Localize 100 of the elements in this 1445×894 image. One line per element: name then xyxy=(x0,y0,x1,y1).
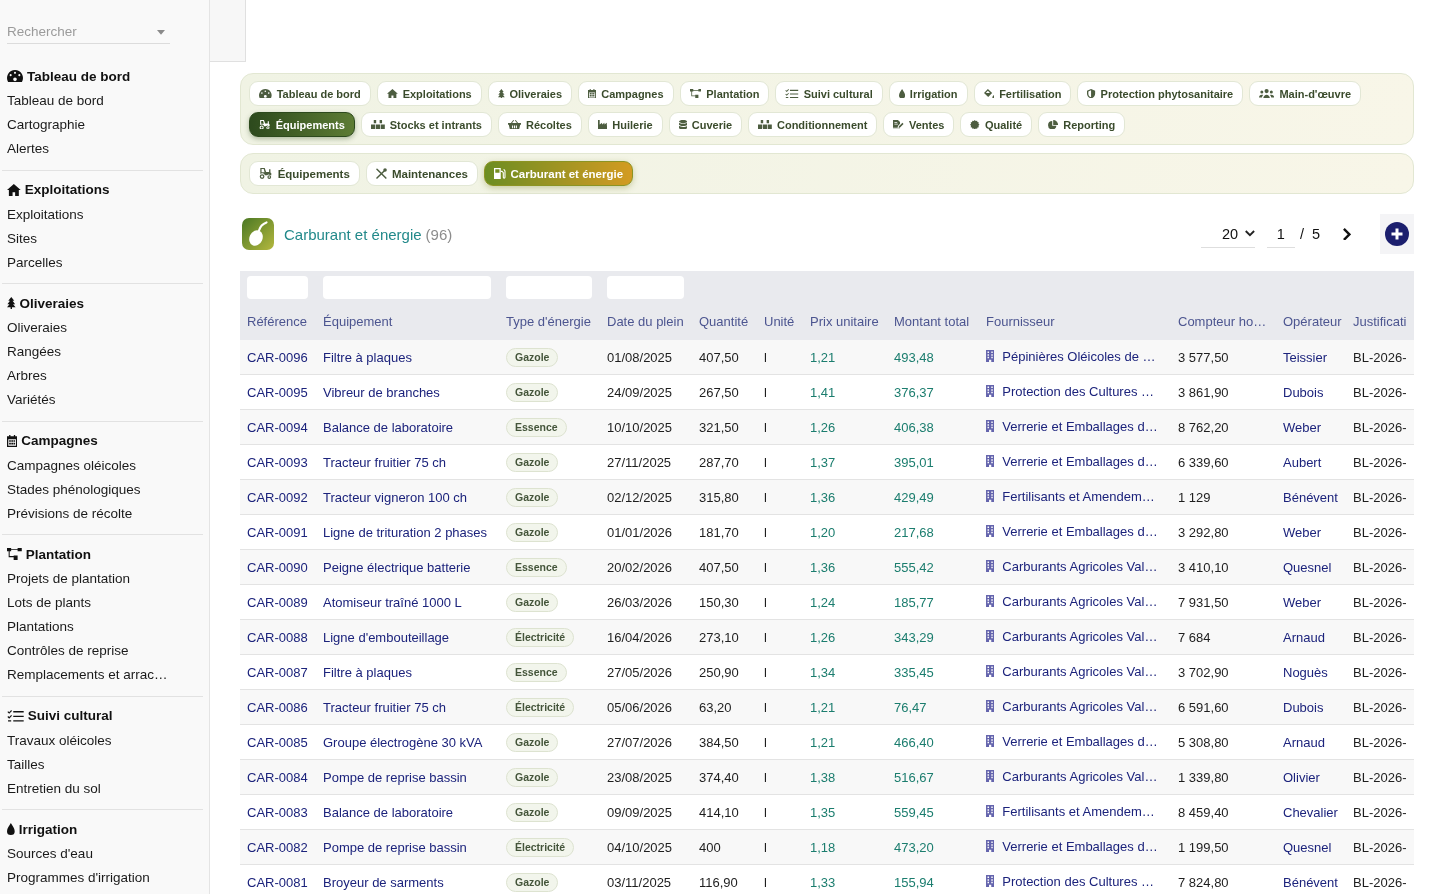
type-badge: Gazole xyxy=(506,802,559,822)
module-tab[interactable]: Exploitations xyxy=(376,81,482,106)
module-tab[interactable]: Oliveraies xyxy=(487,81,573,106)
module-tab[interactable]: Qualité xyxy=(960,112,1033,137)
supplier-link[interactable]: Carburants Agricoles Val… xyxy=(1002,663,1158,679)
module-tab[interactable]: Conditionnement xyxy=(748,112,878,137)
search-field[interactable]: Rechercher xyxy=(7,20,170,44)
module-tab[interactable]: Fertilisation xyxy=(973,81,1072,106)
supplier-link[interactable]: Fertilisants et Amendem… xyxy=(1002,803,1155,819)
add-button[interactable] xyxy=(1380,214,1414,254)
module-tab[interactable]: Protection phytosanitaire xyxy=(1077,81,1244,106)
module-tab[interactable]: Huilerie xyxy=(587,112,663,137)
section-tab[interactable]: Maintenances xyxy=(365,161,478,186)
table-link[interactable]: CAR-0081 xyxy=(247,874,308,890)
table-link[interactable]: Vibreur de branches xyxy=(323,384,440,400)
section-title: Exploitations xyxy=(24,182,110,197)
sidebar-item[interactable]: Entretien du sol xyxy=(7,776,101,801)
column-header[interactable]: Référence xyxy=(240,303,316,340)
column-header[interactable]: Équipement xyxy=(316,303,499,340)
sidebar-item[interactable]: Arbres xyxy=(7,364,47,388)
pine-tree-icon xyxy=(497,88,505,99)
column-header[interactable]: Quantité xyxy=(692,303,757,340)
sidebar-item[interactable]: Travaux oléicoles xyxy=(7,728,112,753)
sidebar-item[interactable]: Plantations xyxy=(7,615,74,639)
module-tab[interactable]: Tableau de bord xyxy=(249,81,371,106)
sidebar-item[interactable]: Sources d'eau xyxy=(7,842,93,866)
table-link[interactable]: CAR-0087 xyxy=(247,664,308,680)
table-link[interactable]: Tracteur fruitier 75 ch xyxy=(323,454,447,470)
sidebar-item[interactable]: Prévisions de récolte xyxy=(7,501,133,526)
column-header[interactable]: Compteur ho… xyxy=(1171,303,1276,340)
sidebar-item[interactable]: Cartographie xyxy=(7,113,86,137)
supplier-link[interactable]: Protection des Cultures … xyxy=(1002,383,1155,399)
module-tab[interactable]: Irrigation xyxy=(888,81,968,106)
column-header[interactable]: Date du plein xyxy=(600,303,692,340)
sidebar-item[interactable]: Tableau de bord xyxy=(7,89,104,113)
column-header[interactable]: Montant total xyxy=(887,303,979,340)
module-tab[interactable]: Équipements xyxy=(249,112,355,137)
table-link[interactable]: Chevalier xyxy=(1283,804,1338,820)
table-link[interactable]: CAR-0093 xyxy=(247,454,308,470)
column-header[interactable]: Opérateur xyxy=(1276,303,1346,340)
table-link[interactable]: Ligne de trituration 2 phases xyxy=(323,524,488,540)
table-link[interactable]: Groupe électrogène 30 kVA xyxy=(323,734,483,750)
column-header[interactable]: Prix unitaire xyxy=(803,303,887,340)
sidebar-item[interactable]: Stades phénologiques xyxy=(7,477,141,502)
table-link[interactable]: Arnaud xyxy=(1283,734,1325,750)
column-header[interactable]: Unité xyxy=(757,303,803,340)
supplier-link[interactable]: Verrerie et Emballages d… xyxy=(1002,733,1158,749)
supplier-link[interactable]: Verrerie et Emballages d… xyxy=(1002,453,1158,469)
module-tab[interactable]: Suivi cultural xyxy=(775,81,883,106)
column-header[interactable]: Fournisseur xyxy=(979,303,1171,340)
table-link[interactable]: Bénévent xyxy=(1283,874,1338,890)
module-tab[interactable]: Récoltes xyxy=(497,112,582,137)
table-link[interactable]: CAR-0083 xyxy=(247,804,308,820)
module-tab[interactable]: Campagnes xyxy=(578,81,674,106)
module-tab[interactable]: Reporting xyxy=(1038,112,1126,137)
table-link[interactable]: Weber xyxy=(1283,524,1322,540)
sidebar-item[interactable]: Remplacements et arrac… xyxy=(7,663,168,687)
table-link[interactable]: Filtre à plaques xyxy=(323,664,412,680)
table-link[interactable]: Aubert xyxy=(1283,454,1322,470)
table-link[interactable]: Noguès xyxy=(1283,664,1328,680)
column-header[interactable]: Type d'énergie xyxy=(499,303,600,340)
supplier-link[interactable]: Protection des Cultures … xyxy=(1002,873,1155,889)
page-input[interactable]: 1 xyxy=(1266,220,1295,248)
building-icon xyxy=(986,560,995,573)
table-link[interactable]: Weber xyxy=(1283,594,1322,610)
sidebar-item[interactable]: Lots de plants xyxy=(7,591,92,615)
sidebar-item[interactable]: Tailles xyxy=(7,752,45,777)
sidebar-item[interactable]: Oliveraies xyxy=(7,316,68,340)
module-tab[interactable]: Main-d'œuvre xyxy=(1249,81,1362,106)
module-tab[interactable]: Plantation xyxy=(679,81,770,106)
table-link[interactable]: Atomiseur traîné 1000 L xyxy=(323,594,462,610)
table-link[interactable]: CAR-0091 xyxy=(247,524,308,540)
sidebar-item[interactable]: Exploitations xyxy=(7,202,84,227)
table-cell: 1 339,80 xyxy=(1171,759,1276,795)
sidebar-item[interactable]: Programmes d'irrigation xyxy=(7,866,150,890)
sidebar-item[interactable]: Variétés xyxy=(7,388,56,412)
sidebar-item[interactable]: Parcelles xyxy=(7,250,63,275)
table-link[interactable]: Balance de laboratoire xyxy=(323,804,454,820)
module-tab[interactable]: Cuverie xyxy=(668,112,743,137)
section-tab[interactable]: Équipements xyxy=(249,161,360,186)
table-link[interactable]: Broyeur de sarments xyxy=(323,874,444,890)
module-tab[interactable]: Ventes xyxy=(883,112,955,137)
table-link[interactable]: CAR-0089 xyxy=(247,594,308,610)
table-link[interactable]: Dubois xyxy=(1283,384,1324,400)
supplier-link[interactable]: Verrerie et Emballages d… xyxy=(1002,523,1158,539)
house-icon xyxy=(7,183,21,196)
table-link[interactable]: CAR-0095 xyxy=(247,384,308,400)
page-size-select[interactable]: 20 xyxy=(1200,220,1255,248)
column-header[interactable]: Justificati xyxy=(1346,303,1414,340)
sidebar-item[interactable]: Projets de plantation xyxy=(7,567,131,591)
table-cell: 429,49 xyxy=(887,479,979,515)
sidebar-item[interactable]: Sites xyxy=(7,226,37,251)
sidebar-item[interactable]: Rangées xyxy=(7,340,62,364)
supplier-link[interactable]: Carburants Agricoles Val… xyxy=(1002,593,1158,609)
sidebar-item[interactable]: Contrôles de reprise xyxy=(7,639,129,663)
sidebar-item[interactable]: Campagnes oléicoles xyxy=(7,453,137,478)
module-tab[interactable]: Stocks et intrants xyxy=(360,112,492,137)
sidebar-item[interactable]: Alertes xyxy=(7,137,50,161)
table-cell: 155,94 xyxy=(887,864,979,894)
table-link[interactable]: CAR-0085 xyxy=(247,734,308,750)
